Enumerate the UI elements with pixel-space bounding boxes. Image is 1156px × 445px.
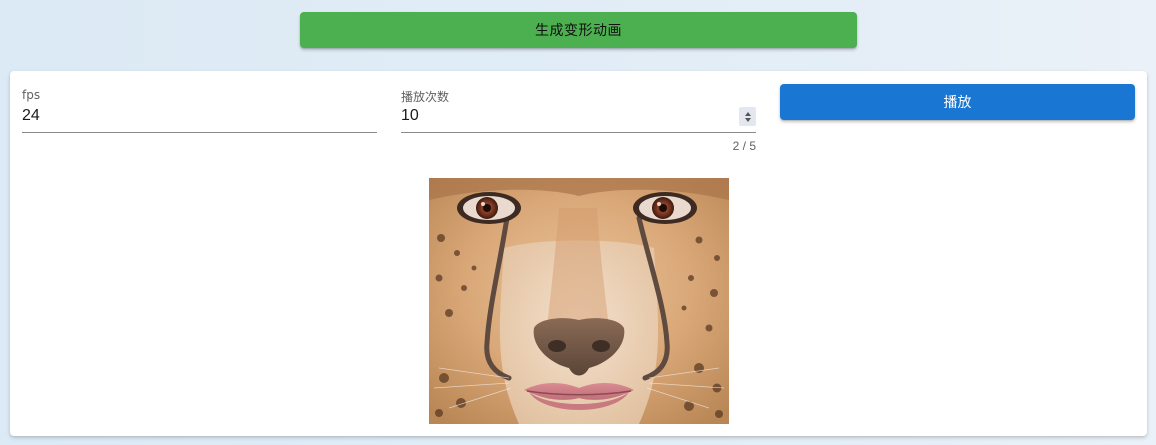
loop-count-counter: 2 / 5: [732, 139, 756, 153]
stepper-up-icon[interactable]: [744, 111, 751, 116]
generate-morph-animation-button[interactable]: 生成变形动画: [300, 12, 857, 48]
loop-count-underline: [401, 132, 756, 133]
fps-label: fps: [22, 88, 41, 102]
stepper-down-icon[interactable]: [744, 117, 751, 122]
fps-underline: [22, 132, 377, 133]
animation-panel: fps 24 播放次数 10 2 / 5 播放: [10, 71, 1147, 436]
generate-button-label: 生成变形动画: [535, 23, 622, 39]
morph-preview-image: [429, 178, 729, 424]
fps-field[interactable]: fps 24: [22, 87, 377, 133]
number-stepper[interactable]: [739, 107, 756, 126]
fps-input[interactable]: 24: [22, 107, 40, 125]
loop-count-label: 播放次数: [401, 90, 450, 104]
play-button-label: 播放: [943, 95, 972, 111]
loop-count-field[interactable]: 播放次数 10: [401, 87, 756, 133]
loop-count-input[interactable]: 10: [401, 107, 419, 125]
play-button[interactable]: 播放: [780, 84, 1135, 120]
